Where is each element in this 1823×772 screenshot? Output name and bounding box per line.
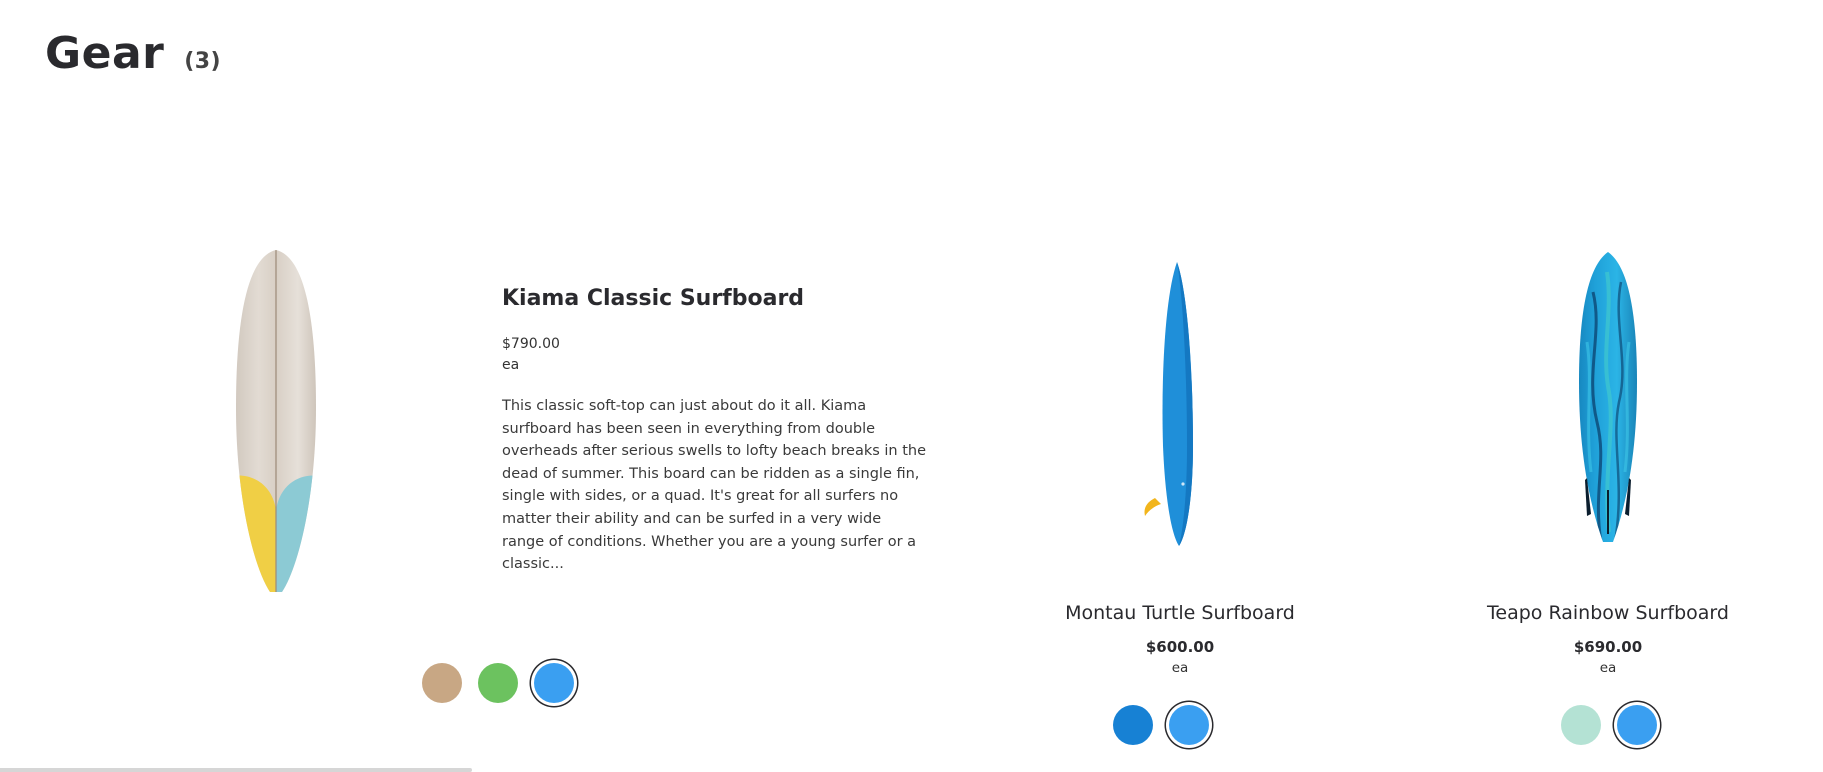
featured-product-price: $790.00 <box>502 336 560 352</box>
product-card[interactable]: Montau Turtle Surfboard $600.00 ea <box>1020 256 1340 676</box>
horizontal-scrollbar[interactable] <box>0 768 472 772</box>
color-swatch-tan[interactable] <box>422 663 462 703</box>
color-swatch-mint[interactable] <box>1561 705 1601 745</box>
color-swatch-blue[interactable] <box>534 663 574 703</box>
product-name[interactable]: Montau Turtle Surfboard <box>1020 602 1340 624</box>
product-card[interactable]: Teapo Rainbow Surfboard $690.00 ea <box>1448 252 1768 676</box>
featured-product-name[interactable]: Kiama Classic Surfboard <box>502 286 932 311</box>
featured-product-unit: ea <box>502 357 520 373</box>
color-swatch-blue[interactable] <box>1617 705 1657 745</box>
page-title-text: Gear <box>45 28 165 79</box>
featured-product-description: This classic soft-top can just about do … <box>502 398 927 573</box>
featured-product-info: Kiama Classic Surfboard $790.00 ea This … <box>502 286 932 576</box>
product-unit: ea <box>1171 660 1189 676</box>
page-title: Gear (3) <box>45 28 221 79</box>
color-swatch-dark-blue[interactable] <box>1113 705 1153 745</box>
montau-surfboard-image[interactable] <box>1135 256 1225 552</box>
montau-color-swatches <box>1113 705 1209 745</box>
color-swatch-blue[interactable] <box>1169 705 1209 745</box>
teapo-color-swatches <box>1561 705 1657 745</box>
product-price: $600.00 <box>1145 638 1215 656</box>
item-count: (3) <box>184 49 222 74</box>
product-name[interactable]: Teapo Rainbow Surfboard <box>1448 602 1768 624</box>
kiama-surfboard-image[interactable] <box>232 248 320 596</box>
featured-color-swatches <box>422 663 574 703</box>
product-price: $690.00 <box>1573 638 1643 656</box>
product-unit: ea <box>1599 660 1617 676</box>
color-swatch-green[interactable] <box>478 663 518 703</box>
teapo-surfboard-image[interactable] <box>1563 252 1653 546</box>
